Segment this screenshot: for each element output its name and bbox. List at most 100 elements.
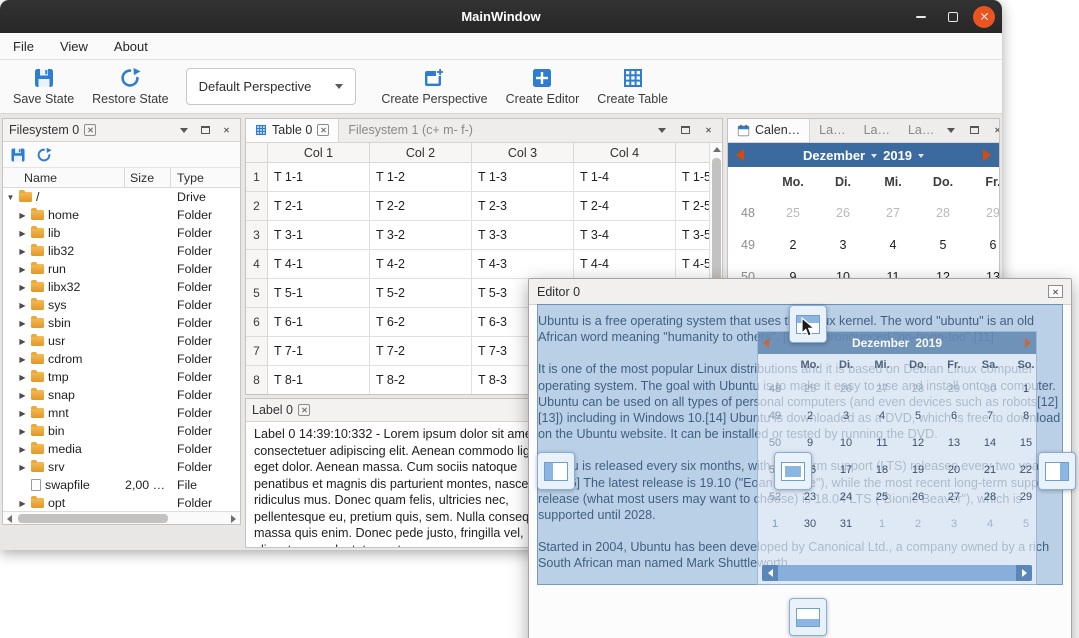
expand-arrow-icon[interactable]: ▶ [18,301,27,310]
calendar-day[interactable]: 2 [768,238,818,252]
calendar-day[interactable]: 4 [868,238,918,252]
drop-indicator-bottom[interactable] [789,598,827,636]
column-header[interactable]: Col 1 [268,143,370,162]
calendar-day[interactable]: 28 [918,206,968,220]
expand-arrow-icon[interactable]: ▶ [18,319,27,328]
next-month-button[interactable] [983,149,991,161]
expand-arrow-icon[interactable]: ▶ [18,409,27,418]
table-cell[interactable]: T 3-2 [370,221,472,250]
save-state-button[interactable]: Save State [4,64,83,109]
table-cell[interactable]: T 2-3 [472,192,574,221]
table-cell[interactable]: T 3-1 [268,221,370,250]
tab-table-0[interactable]: Table 0 [246,118,339,142]
horizontal-scrollbar[interactable] [3,511,240,524]
table-cell[interactable]: T 5-1 [268,279,370,308]
row-header[interactable]: 3 [246,221,268,250]
drop-indicator-center[interactable] [774,452,812,490]
close-tab-icon[interactable] [298,404,310,416]
calendar-day[interactable]: 26 [818,206,868,220]
month-label[interactable]: Dezember [803,148,865,163]
table-cell[interactable]: T 3-3 [472,221,574,250]
tree-row[interactable]: ▶ sys Folder [3,296,240,314]
maximize-button[interactable] [941,5,965,29]
menu-view[interactable]: View [47,33,101,59]
expand-arrow-icon[interactable]: ▶ [18,463,27,472]
column-header-type[interactable]: Type [171,168,240,187]
tree-row[interactable]: ▶ run Folder [3,260,240,278]
expand-arrow-icon[interactable]: ▶ [18,445,27,454]
row-header[interactable]: 2 [246,192,268,221]
row-header[interactable]: 4 [246,250,268,279]
tree-row[interactable]: ▶ tmp Folder [3,368,240,386]
expand-arrow-icon[interactable]: ▶ [18,373,27,382]
table-cell[interactable]: T 2-1 [268,192,370,221]
tree-row[interactable]: ▼ / Drive [3,188,240,206]
row-header[interactable]: 7 [246,337,268,366]
tree-row[interactable]: ▶ usr Folder [3,332,240,350]
table-cell[interactable]: T 4-3 [472,250,574,279]
table-cell[interactable]: T 4-1 [268,250,370,279]
tree-row[interactable]: ▶ lib32 Folder [3,242,240,260]
restore-state-button[interactable]: Restore State [83,64,177,109]
scroll-left-button[interactable] [3,512,16,525]
tab-filesystem-1[interactable]: Filesystem 1 (c+ m- f-) [339,118,482,142]
calendar-day[interactable]: 5 [918,238,968,252]
row-header[interactable]: 5 [246,279,268,308]
table-cell[interactable]: T 2-4 [574,192,676,221]
row-header[interactable]: 8 [246,366,268,395]
minimize-button[interactable] [909,5,933,29]
tree-row[interactable]: ▶ libx32 Folder [3,278,240,296]
tree-row[interactable]: ▶ mnt Folder [3,404,240,422]
table-cell[interactable]: T 8-1 [268,366,370,395]
tab-label-3[interactable]: La… [899,118,943,142]
table-cell[interactable]: T 1-1 [268,163,370,192]
tab-label-1[interactable]: La… [810,118,854,142]
tree-row[interactable]: ▶ snap Folder [3,386,240,404]
expand-arrow-icon[interactable]: ▶ [18,337,27,346]
close-tab-icon[interactable] [84,124,96,136]
table-cell[interactable]: T 4-2 [370,250,472,279]
tree-row[interactable]: ▶ media Folder [3,440,240,458]
year-label[interactable]: 2019 [883,148,912,163]
tree-row[interactable]: swapfile 2,00 … File [3,476,240,494]
dock-float-button[interactable] [677,122,693,138]
expand-arrow-icon[interactable]: ▶ [18,427,27,436]
expand-arrow-icon[interactable]: ▶ [18,265,27,274]
table-cell[interactable]: T 6-1 [268,308,370,337]
expand-arrow-icon[interactable]: ▶ [18,391,27,400]
dock-close-button[interactable] [989,122,1000,138]
column-header[interactable]: Col 3 [472,143,574,162]
titlebar[interactable]: MainWindow [0,0,1002,33]
dock-float-button[interactable] [197,122,213,138]
calendar-day[interactable]: 29 [968,206,1000,220]
scrollbar-thumb[interactable] [18,514,168,523]
expand-arrow-icon[interactable]: ▼ [6,193,15,202]
drop-indicator-right[interactable] [1038,452,1076,490]
calendar-day[interactable]: 25 [768,206,818,220]
dock-close-button[interactable] [218,122,234,138]
perspective-selector[interactable]: Default Perspective [186,68,357,105]
scroll-up-button[interactable] [710,143,723,156]
column-header-size[interactable]: Size [125,168,171,187]
tree-row[interactable]: ▶ lib Folder [3,224,240,242]
column-header[interactable]: Col 4 [574,143,676,162]
dock-menu-button[interactable] [943,122,959,138]
tree-row[interactable]: ▶ bin Folder [3,422,240,440]
table-cell[interactable]: T 1-4 [574,163,676,192]
drop-indicator-left[interactable] [537,452,575,490]
expand-arrow-icon[interactable]: ▶ [18,283,27,292]
column-header[interactable]: Col 2 [370,143,472,162]
scroll-right-button[interactable] [227,512,240,525]
filesystem-dock-titlebar[interactable]: Filesystem 0 [3,119,240,142]
table-cell[interactable]: T 7-1 [268,337,370,366]
dock-close-button[interactable] [700,122,716,138]
column-header-name[interactable]: Name [3,168,125,187]
calendar-day[interactable]: 3 [818,238,868,252]
expand-arrow-icon[interactable]: ▶ [18,247,27,256]
expand-arrow-icon[interactable]: ▶ [18,355,27,364]
create-table-button[interactable]: Create Table [588,64,677,109]
save-icon[interactable] [10,147,26,163]
prev-month-button[interactable] [736,149,744,161]
calendar-day[interactable]: 27 [868,206,918,220]
table-cell[interactable]: T 1-3 [472,163,574,192]
